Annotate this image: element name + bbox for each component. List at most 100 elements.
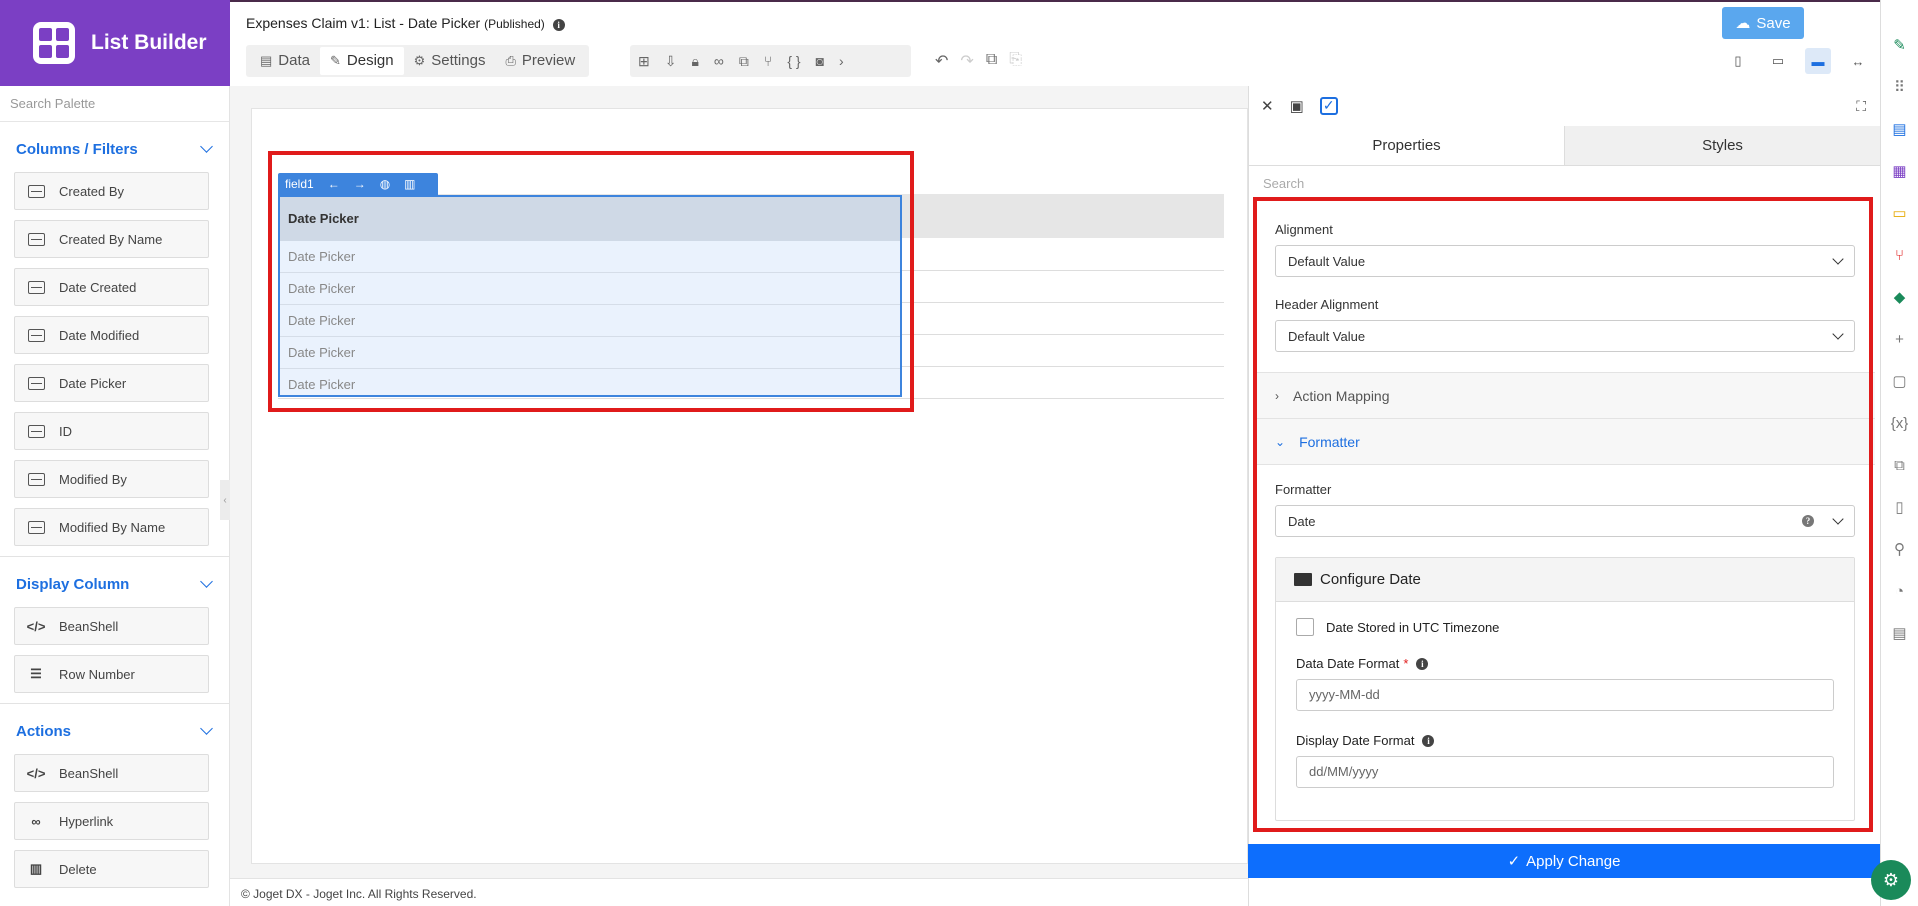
builder-tabs: ▤ Data ✎ Design ⚙ Settings ⎙ Preview [246, 45, 590, 77]
paste-icon[interactable]: ⎘ [1009, 51, 1022, 71]
tree-icon[interactable]: ⊞ [638, 53, 650, 70]
palette-item-created-by-name[interactable]: Created By Name [14, 220, 209, 258]
tab-label: Settings [431, 52, 486, 69]
logs-icon[interactable]: ▤ [1881, 612, 1918, 654]
palette-item-label: Date Created [59, 279, 137, 295]
section-display-column[interactable]: Display Column [0, 565, 229, 603]
section-title: Actions [16, 722, 72, 740]
palette-item-beanshell-column[interactable]: </> BeanShell [14, 607, 209, 645]
numbered-list-icon: ☰ [30, 666, 42, 681]
branch-icon[interactable]: ⑂ [764, 53, 772, 69]
palette-item-label: Delete [59, 861, 97, 877]
redo-icon[interactable]: ↷ [960, 51, 973, 71]
palette-item-id[interactable]: ID [14, 412, 209, 450]
undo-redo-group: ↶ ↷ ⧉ ⎘ [935, 51, 1022, 71]
translate-icon[interactable]: ⧉ [1881, 444, 1918, 486]
tab-label: Design [346, 52, 394, 69]
palette-item-date-modified[interactable]: Date Modified [14, 316, 209, 354]
gear-icon: ⚙ [413, 53, 426, 68]
tablet-icon[interactable]: ▭ [1765, 48, 1791, 74]
braces-icon[interactable]: { } [787, 53, 800, 69]
camera-icon[interactable]: ◙ [816, 53, 824, 69]
lock-icon[interactable]: 🔒︎ [691, 53, 698, 70]
tab-settings[interactable]: ⚙ Settings [404, 47, 496, 75]
mobile-icon[interactable]: ▯ [1725, 48, 1751, 74]
note-icon[interactable]: ▢ [1881, 360, 1918, 402]
palette-item-delete[interactable]: ▥ Delete [14, 850, 209, 888]
field-icon [27, 376, 45, 390]
expand-width-icon[interactable]: ↔ [1845, 48, 1871, 74]
undo-icon[interactable]: ↶ [935, 51, 948, 71]
palette-item-label: Row Number [59, 666, 135, 682]
palette-item-modified-by-name[interactable]: Modified By Name [14, 508, 209, 546]
palette-item-label: BeanShell [59, 618, 119, 634]
code-icon: </> [26, 618, 46, 634]
plugin-icon[interactable]: ⚲ [1881, 528, 1918, 570]
document-icon[interactable]: ▯ [1881, 486, 1918, 528]
page-title-text: Expenses Claim v1: List - Date Picker [246, 15, 481, 31]
palette-item-label: BeanShell [59, 765, 119, 781]
tab-design[interactable]: ✎ Design [319, 47, 404, 75]
app-title: List Builder [91, 31, 207, 54]
link-icon: ∞ [31, 813, 41, 829]
divider [0, 556, 229, 557]
chevron-down-icon [200, 575, 213, 588]
theme-icon[interactable]: ◆ [1881, 276, 1918, 318]
list-builder-logo-icon [33, 22, 75, 64]
tab-label: Preview [521, 52, 576, 69]
builder-toolbar: ⊞ ⇩ 🔒︎ ∞ ⧉ ⑂ { } ◙ › [630, 45, 911, 77]
form-builder-icon[interactable]: ▤ [1881, 108, 1918, 150]
tab-preview[interactable]: ⎙ Preview [495, 47, 585, 75]
copy-icon[interactable]: ⧉ [986, 51, 997, 71]
properties-toolbar: ✕ ▣ ✓ ⛶ [1249, 86, 1880, 126]
close-icon[interactable]: ✕ [1261, 97, 1274, 115]
field-icon [27, 424, 45, 438]
apply-change-button[interactable]: ✓ Apply Change [1248, 844, 1880, 878]
list-builder-icon[interactable]: ▦ [1881, 150, 1918, 192]
tab-properties[interactable]: Properties [1249, 126, 1564, 165]
variable-icon[interactable]: {x} [1881, 402, 1918, 444]
export-icon[interactable]: ⇩ [665, 53, 677, 70]
save-button[interactable]: ☁ Save [1722, 7, 1804, 39]
palette-item-date-picker[interactable]: Date Picker [14, 364, 209, 402]
plus-icon[interactable]: + [1881, 318, 1918, 360]
palette-item-modified-by[interactable]: Modified By [14, 460, 209, 498]
tab-styles[interactable]: Styles [1564, 126, 1880, 165]
chevron-right-icon[interactable]: › [839, 53, 844, 69]
palette-item-created-by[interactable]: Created By [14, 172, 209, 210]
field-icon [27, 232, 45, 246]
palette-item-date-created[interactable]: Date Created [14, 268, 209, 306]
section-columns-filters[interactable]: Columns / Filters [0, 130, 229, 168]
palette-search-input[interactable]: Search Palette [0, 86, 229, 122]
edit-icon[interactable]: ✎ [1881, 24, 1918, 66]
translate-icon[interactable]: ⧉ [739, 53, 749, 70]
page-title: Expenses Claim v1: List - Date Picker (P… [246, 15, 565, 31]
check-icon: ✓ [1507, 853, 1521, 870]
chevron-down-icon [200, 140, 213, 153]
process-builder-icon[interactable]: ⑂ [1881, 234, 1918, 276]
tab-label: Data [278, 52, 310, 69]
field-icon [27, 472, 45, 486]
palette-item-row-number[interactable]: ☰ Row Number [14, 655, 209, 693]
chevron-down-icon [200, 722, 213, 735]
fullscreen-icon[interactable]: ⛶ [1856, 98, 1866, 115]
glasses-icon[interactable]: ∞ [714, 53, 724, 69]
info-icon[interactable]: i [552, 19, 565, 31]
drag-handle-icon[interactable]: ⠿ [1881, 66, 1918, 108]
palette-item-hyperlink[interactable]: ∞ Hyperlink [14, 802, 209, 840]
save-template-icon[interactable]: ▣ [1290, 97, 1304, 115]
palette-item-beanshell-action[interactable]: </> BeanShell [14, 754, 209, 792]
code-icon: </> [26, 765, 46, 781]
performance-icon[interactable]: ◔ [1881, 570, 1918, 612]
laptop-icon[interactable]: ▬ [1805, 48, 1831, 74]
sidebar-collapse-handle[interactable]: ‹ [220, 480, 230, 520]
tab-data[interactable]: ▤ Data [250, 47, 320, 75]
checkbox-icon[interactable]: ✓ [1319, 97, 1338, 115]
userview-builder-icon[interactable]: ▭ [1881, 192, 1918, 234]
settings-fab-icon[interactable]: ⚙ [1871, 860, 1911, 900]
palette-item-label: Date Modified [59, 327, 140, 343]
footer: © Joget DX - Joget Inc. All Rights Reser… [230, 878, 1248, 906]
field-icon [27, 328, 45, 342]
design-icon: ✎ [329, 53, 341, 68]
section-actions[interactable]: Actions [0, 712, 229, 750]
